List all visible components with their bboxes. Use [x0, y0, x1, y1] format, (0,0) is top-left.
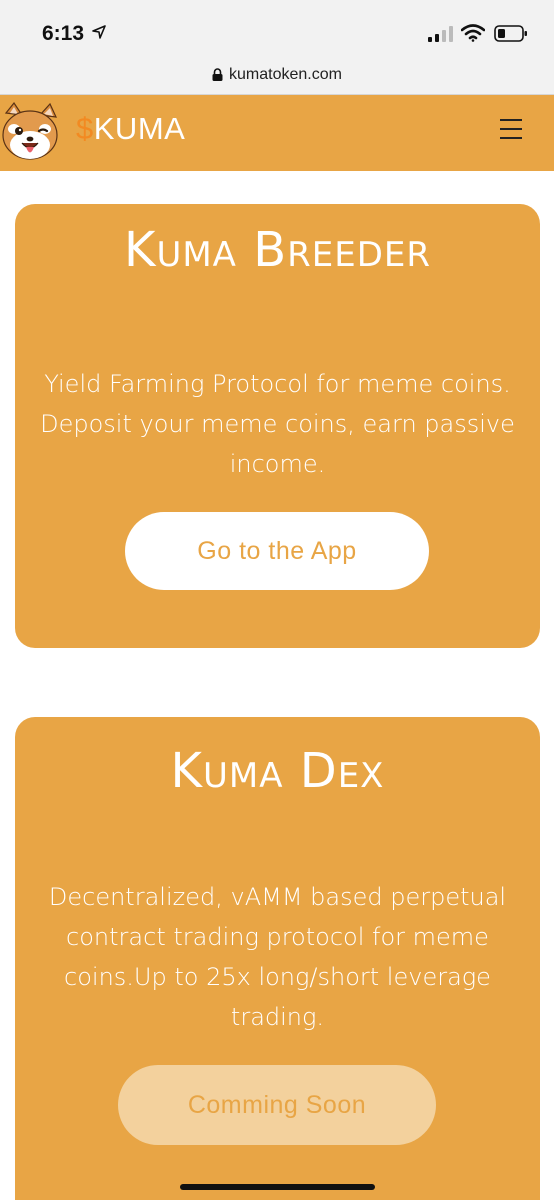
battery-icon — [494, 25, 527, 42]
menu-hamburger-icon[interactable] — [500, 119, 524, 143]
card-title: Kuma Breeder — [123, 222, 432, 278]
card-title: Kuma Dex — [170, 743, 385, 799]
card-kuma-breeder: Kuma Breeder Yield Farming Protocol for … — [15, 204, 540, 648]
status-time: 6:13 — [42, 22, 85, 45]
brand-dollar-sign: $ — [76, 111, 94, 146]
brand-name: KUMA — [93, 111, 186, 146]
site-navbar: $KUMA — [0, 95, 554, 171]
site-brand[interactable]: $KUMA — [76, 111, 185, 147]
home-indicator[interactable] — [180, 1184, 375, 1190]
url-text[interactable]: kumatoken.com — [229, 66, 342, 84]
go-to-app-button[interactable]: Go to the App — [125, 512, 429, 590]
wifi-icon — [461, 24, 485, 42]
coming-soon-button: Comming Soon — [118, 1065, 436, 1145]
shiba-logo-icon[interactable] — [0, 101, 62, 163]
card-description: Yield Farming Protocol for meme coins. D… — [40, 370, 515, 478]
lock-icon — [212, 67, 223, 81]
card-kuma-dex: Kuma Dex Decentralized, vAMM based perpe… — [15, 717, 540, 1200]
browser-url-bar[interactable]: kumatoken.com — [0, 56, 554, 95]
cellular-signal-icon — [428, 26, 453, 42]
card-description: Decentralized, vAMM based perpetual cont… — [48, 883, 507, 1031]
location-arrow-icon — [92, 25, 106, 39]
status-bar: 6:13 — [0, 0, 554, 56]
